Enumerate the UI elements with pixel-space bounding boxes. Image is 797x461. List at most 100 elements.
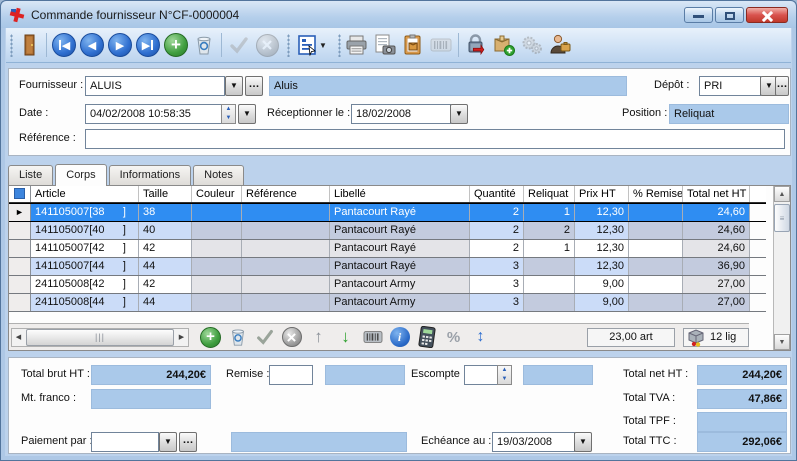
add-line-button[interactable]: +: [197, 324, 224, 350]
cell-taille[interactable]: 44: [139, 294, 192, 311]
cell-article[interactable]: 241105008[44 ]: [31, 294, 139, 311]
cell-prix[interactable]: 12,30: [575, 258, 629, 275]
cell-remise[interactable]: [629, 204, 683, 221]
escompte-input[interactable]: [464, 365, 498, 385]
cell-reference[interactable]: [242, 204, 330, 221]
cell-remise[interactable]: [629, 222, 683, 239]
escompte-spinner[interactable]: ▲▼: [497, 365, 512, 385]
cell-reference[interactable]: [242, 222, 330, 239]
cell-couleur[interactable]: [192, 204, 242, 221]
add-record-button[interactable]: +: [162, 31, 190, 59]
cell-quantite[interactable]: 3: [470, 276, 524, 293]
stock-add-button[interactable]: [490, 31, 518, 59]
barcode-line-button[interactable]: [359, 324, 386, 350]
table-row[interactable]: 141105007[42 ] 42 Pantacourt Rayé 2 1 12…: [9, 240, 766, 258]
grid-horizontal-scrollbar[interactable]: ◀ ||| ▶: [11, 328, 189, 347]
col-remise[interactable]: % Remise: [629, 186, 683, 202]
move-line-down-button[interactable]: ↓: [332, 324, 359, 350]
cell-remise[interactable]: [629, 276, 683, 293]
cell-remise[interactable]: [629, 294, 683, 311]
display-mode-button[interactable]: ▼: [292, 31, 332, 59]
cell-prix[interactable]: 12,30: [575, 222, 629, 239]
col-reliquat[interactable]: Reliquat: [524, 186, 575, 202]
cell-couleur[interactable]: [192, 294, 242, 311]
calculator-button[interactable]: [413, 324, 440, 350]
date-dropdown-button[interactable]: ▼: [238, 104, 256, 124]
exit-button[interactable]: [15, 31, 43, 59]
cell-total[interactable]: 24,60: [683, 222, 750, 239]
cell-reference[interactable]: [242, 258, 330, 275]
col-taille[interactable]: Taille: [139, 186, 192, 202]
supplier-card-button[interactable]: [546, 31, 574, 59]
grid-vertical-scrollbar[interactable]: ▲ ≡ ▼: [773, 186, 790, 350]
scroll-up-button[interactable]: ▲: [774, 186, 790, 202]
hscroll-thumb[interactable]: |||: [26, 329, 174, 346]
nav-first-button[interactable]: ◀: [50, 31, 78, 59]
cell-quantite[interactable]: 2: [470, 240, 524, 257]
cell-libelle[interactable]: Pantacourt Army: [330, 294, 470, 311]
cell-article[interactable]: 141105007[38 ]: [31, 204, 139, 221]
maximize-button[interactable]: [715, 7, 744, 23]
tab-informations[interactable]: Informations: [109, 165, 192, 185]
preview-button[interactable]: [371, 31, 399, 59]
cell-reliquat[interactable]: [524, 294, 575, 311]
move-line-up-button[interactable]: ↑: [305, 324, 332, 350]
cell-total[interactable]: 36,90: [683, 258, 750, 275]
delete-line-button[interactable]: [224, 324, 251, 350]
paiement-input[interactable]: [91, 432, 159, 452]
cell-libelle[interactable]: Pantacourt Rayé: [330, 204, 470, 221]
cell-total[interactable]: 27,00: [683, 276, 750, 293]
cell-taille[interactable]: 44: [139, 258, 192, 275]
fournisseur-browse-button[interactable]: …: [245, 76, 263, 96]
reception-dropdown-button[interactable]: ▼: [450, 104, 468, 124]
col-reference[interactable]: Référence: [242, 186, 330, 202]
col-quantite[interactable]: Quantité: [470, 186, 524, 202]
reception-date-input[interactable]: 18/02/2008: [351, 104, 451, 124]
cell-quantite[interactable]: 3: [470, 294, 524, 311]
scroll-down-button[interactable]: ▼: [774, 334, 790, 350]
cell-couleur[interactable]: [192, 258, 242, 275]
echeance-input[interactable]: 19/03/2008: [492, 432, 575, 452]
tab-notes[interactable]: Notes: [193, 165, 244, 185]
table-row[interactable]: 241105008[42 ] 42 Pantacourt Army 3 9,00…: [9, 276, 766, 294]
fournisseur-dropdown-button[interactable]: ▼: [225, 76, 243, 96]
line-info-button[interactable]: i: [386, 324, 413, 350]
cell-total[interactable]: 24,60: [683, 240, 750, 257]
cell-prix[interactable]: 12,30: [575, 204, 629, 221]
cell-remise[interactable]: [629, 240, 683, 257]
lock-order-button[interactable]: [462, 31, 490, 59]
delete-record-button[interactable]: [190, 31, 218, 59]
echeance-dropdown-button[interactable]: ▼: [574, 432, 592, 452]
nav-next-button[interactable]: ▶: [106, 31, 134, 59]
cell-reference[interactable]: [242, 294, 330, 311]
cell-taille[interactable]: 40: [139, 222, 192, 239]
col-total-net-ht[interactable]: Total net HT: [683, 186, 750, 202]
col-prix-ht[interactable]: Prix HT: [575, 186, 629, 202]
cell-article[interactable]: 241105008[42 ]: [31, 276, 139, 293]
validate-line-button[interactable]: [251, 324, 278, 350]
col-couleur[interactable]: Couleur: [192, 186, 242, 202]
scroll-thumb[interactable]: ≡: [774, 204, 790, 232]
minimize-button[interactable]: [684, 7, 713, 23]
reorder-lines-button[interactable]: ↕: [467, 324, 494, 350]
cell-reliquat[interactable]: 2: [524, 222, 575, 239]
cell-article[interactable]: 141105007[44 ]: [31, 258, 139, 275]
cell-total[interactable]: 27,00: [683, 294, 750, 311]
remise-percent-button[interactable]: %: [440, 324, 467, 350]
cell-libelle[interactable]: Pantacourt Rayé: [330, 240, 470, 257]
paiement-browse-button[interactable]: …: [179, 432, 197, 452]
date-input[interactable]: 04/02/2008 10:58:35: [85, 104, 222, 124]
tab-corps[interactable]: Corps: [55, 164, 106, 186]
cell-libelle[interactable]: Pantacourt Rayé: [330, 222, 470, 239]
tab-liste[interactable]: Liste: [8, 165, 53, 185]
reference-input[interactable]: [85, 129, 785, 149]
table-row[interactable]: ► 141105007[38 ] 38 Pantacourt Rayé 2 1 …: [9, 203, 766, 222]
table-row[interactable]: 141105007[40 ] 40 Pantacourt Rayé 2 2 12…: [9, 222, 766, 240]
depot-browse-button[interactable]: …: [775, 76, 789, 96]
cell-taille[interactable]: 38: [139, 204, 192, 221]
cell-prix[interactable]: 9,00: [575, 276, 629, 293]
cell-article[interactable]: 141105007[42 ]: [31, 240, 139, 257]
cell-remise[interactable]: [629, 258, 683, 275]
nav-prev-button[interactable]: ◀: [78, 31, 106, 59]
print-button[interactable]: [343, 31, 371, 59]
